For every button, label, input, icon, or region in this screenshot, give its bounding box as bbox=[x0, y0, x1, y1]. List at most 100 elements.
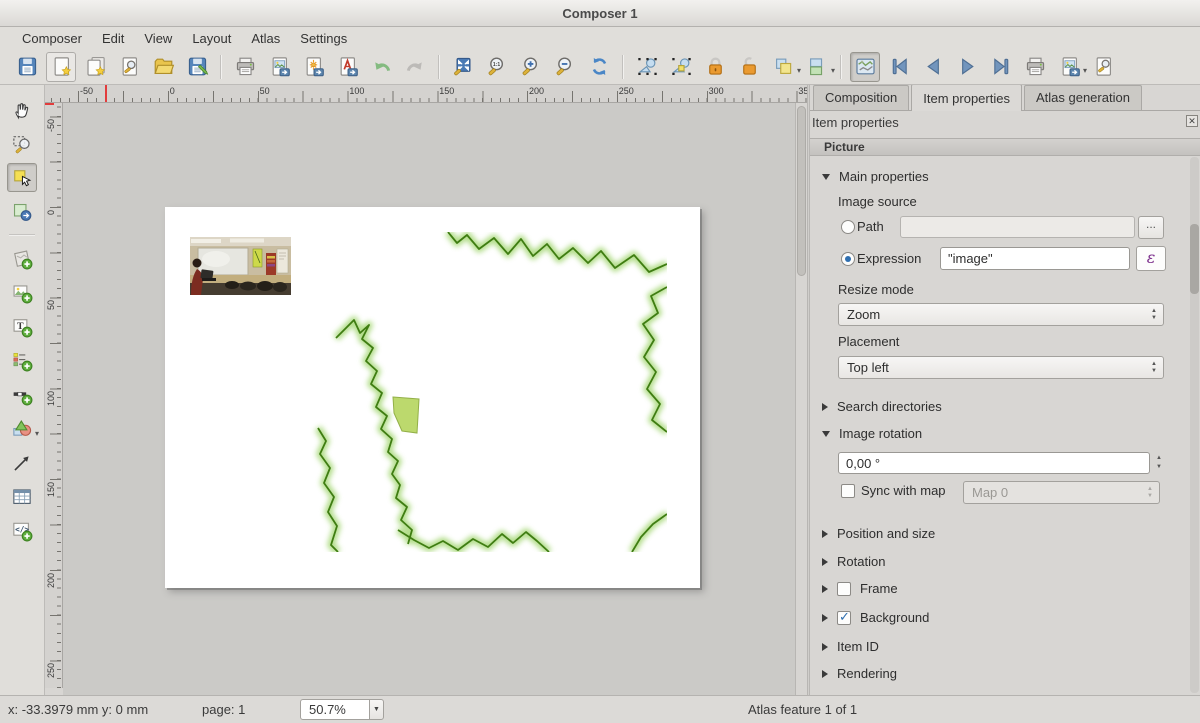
ruler-label: 0 bbox=[46, 210, 56, 215]
export-atlas-icon bbox=[1058, 55, 1081, 78]
export-image-button[interactable] bbox=[264, 52, 294, 82]
pan-button[interactable] bbox=[7, 95, 37, 124]
deselect-all-button[interactable] bbox=[666, 52, 696, 82]
add-label-button[interactable]: T bbox=[7, 312, 37, 341]
dropdown-arrow-icon[interactable]: ▾ bbox=[797, 66, 801, 75]
group-position-and-size[interactable]: Position and size bbox=[822, 526, 935, 541]
composer-manager-button[interactable] bbox=[114, 52, 144, 82]
atlas-next-button[interactable] bbox=[952, 52, 982, 82]
background-checkbox[interactable] bbox=[837, 611, 851, 625]
tab-item-properties[interactable]: Item properties bbox=[911, 85, 1022, 111]
menu-composer[interactable]: Composer bbox=[12, 29, 92, 48]
unlock-items-button[interactable] bbox=[734, 52, 764, 82]
panel-scrollbar-thumb[interactable] bbox=[1190, 224, 1199, 294]
expression-radio[interactable] bbox=[841, 252, 855, 266]
canvas-scrollbar-thumb[interactable] bbox=[797, 106, 806, 276]
window-titlebar[interactable]: Composer 1 bbox=[0, 0, 1200, 27]
redo-button[interactable] bbox=[400, 52, 430, 82]
expression-input[interactable]: "image" bbox=[940, 247, 1130, 270]
menu-settings[interactable]: Settings bbox=[290, 29, 357, 48]
align-items-button[interactable]: ▾ bbox=[802, 52, 832, 82]
path-radio[interactable] bbox=[841, 220, 855, 234]
dropdown-arrow-icon[interactable]: ▾ bbox=[35, 429, 39, 438]
spinner-arrows-icon[interactable] bbox=[1153, 454, 1165, 472]
group-frame[interactable]: Frame bbox=[822, 581, 898, 596]
menu-atlas[interactable]: Atlas bbox=[241, 29, 290, 48]
select-move-item-button[interactable] bbox=[7, 163, 37, 192]
atlas-settings-button[interactable] bbox=[1088, 52, 1118, 82]
undo-button[interactable] bbox=[366, 52, 396, 82]
select-all-button[interactable] bbox=[632, 52, 662, 82]
atlas-preview-button[interactable] bbox=[850, 52, 880, 82]
menu-edit[interactable]: Edit bbox=[92, 29, 134, 48]
raise-items-button[interactable]: ▾ bbox=[768, 52, 798, 82]
atlas-first-button[interactable] bbox=[884, 52, 914, 82]
export-atlas-button[interactable]: ▾ bbox=[1054, 52, 1084, 82]
new-composer-button[interactable] bbox=[46, 52, 76, 82]
add-shape-button[interactable]: ▾ bbox=[7, 414, 37, 443]
picture-item[interactable] bbox=[190, 237, 291, 295]
toolbar-separator bbox=[622, 55, 624, 79]
undo-icon bbox=[370, 55, 393, 78]
map-item[interactable] bbox=[298, 232, 667, 552]
lock-items-button[interactable] bbox=[700, 52, 730, 82]
expression-builder-button[interactable]: ε bbox=[1136, 246, 1166, 271]
zoom-dropdown-button[interactable]: ▼ bbox=[369, 699, 384, 720]
group-rotation[interactable]: Rotation bbox=[822, 554, 885, 569]
tab-composition[interactable]: Composition bbox=[813, 85, 909, 110]
rotation-spinbox[interactable]: 0,00 ° bbox=[838, 452, 1150, 474]
panel-scrollbar[interactable] bbox=[1190, 157, 1199, 693]
tab-atlas-generation[interactable]: Atlas generation bbox=[1024, 85, 1142, 110]
add-map-button[interactable] bbox=[7, 244, 37, 273]
save-project-button[interactable] bbox=[12, 52, 42, 82]
export-pdf-button[interactable] bbox=[332, 52, 362, 82]
menu-view[interactable]: View bbox=[134, 29, 182, 48]
browse-button[interactable]: ... bbox=[1138, 216, 1164, 239]
add-html-button[interactable]: </> bbox=[7, 516, 37, 545]
duplicate-composer-button[interactable] bbox=[80, 52, 110, 82]
zoom-level-input[interactable]: 50.7% bbox=[300, 699, 370, 720]
zoom-out-button[interactable] bbox=[550, 52, 580, 82]
zoom-in-button[interactable] bbox=[516, 52, 546, 82]
atlas-last-button[interactable] bbox=[986, 52, 1016, 82]
panel-close-icon[interactable]: ✕ bbox=[1186, 115, 1198, 127]
add-scalebar-button[interactable] bbox=[7, 380, 37, 409]
sync-with-map-checkbox[interactable] bbox=[841, 484, 855, 498]
frame-checkbox[interactable] bbox=[837, 582, 851, 596]
group-rendering[interactable]: Rendering bbox=[822, 666, 897, 681]
refresh-view-button[interactable] bbox=[584, 52, 614, 82]
print-button[interactable] bbox=[230, 52, 260, 82]
ruler-label: -50 bbox=[80, 86, 93, 96]
group-main-properties[interactable]: Main properties bbox=[822, 169, 929, 184]
composer-page[interactable] bbox=[165, 207, 700, 588]
zoom-actual-button[interactable]: 1:1 bbox=[482, 52, 512, 82]
group-search-directories[interactable]: Search directories bbox=[822, 399, 942, 414]
save-template-button[interactable] bbox=[182, 52, 212, 82]
zoom-full-button[interactable] bbox=[448, 52, 478, 82]
load-template-icon bbox=[152, 55, 175, 78]
resize-mode-select[interactable]: Zoom bbox=[838, 303, 1164, 326]
zoom-tool-button[interactable] bbox=[7, 129, 37, 158]
menu-layout[interactable]: Layout bbox=[182, 29, 241, 48]
move-item-content-button[interactable] bbox=[7, 197, 37, 226]
group-item-id[interactable]: Item ID bbox=[822, 639, 879, 654]
save-template-icon bbox=[186, 55, 209, 78]
group-image-rotation[interactable]: Image rotation bbox=[822, 426, 922, 441]
placement-select[interactable]: Top left bbox=[838, 356, 1164, 379]
add-arrow-button[interactable] bbox=[7, 448, 37, 477]
zoom-full-icon bbox=[452, 55, 475, 78]
path-input[interactable] bbox=[900, 216, 1135, 238]
map-select[interactable]: Map 0 bbox=[963, 481, 1160, 504]
group-background[interactable]: Background bbox=[822, 610, 929, 625]
dropdown-arrow-icon[interactable]: ▾ bbox=[831, 66, 835, 75]
dropdown-arrow-icon[interactable]: ▾ bbox=[1083, 66, 1087, 75]
composition-canvas[interactable] bbox=[63, 103, 807, 695]
print-atlas-button[interactable] bbox=[1020, 52, 1050, 82]
add-table-button[interactable] bbox=[7, 482, 37, 511]
load-template-button[interactable] bbox=[148, 52, 178, 82]
add-legend-button[interactable] bbox=[7, 346, 37, 375]
export-svg-button[interactable] bbox=[298, 52, 328, 82]
canvas-scrollbar[interactable] bbox=[795, 103, 807, 695]
add-image-button[interactable] bbox=[7, 278, 37, 307]
atlas-prev-button[interactable] bbox=[918, 52, 948, 82]
